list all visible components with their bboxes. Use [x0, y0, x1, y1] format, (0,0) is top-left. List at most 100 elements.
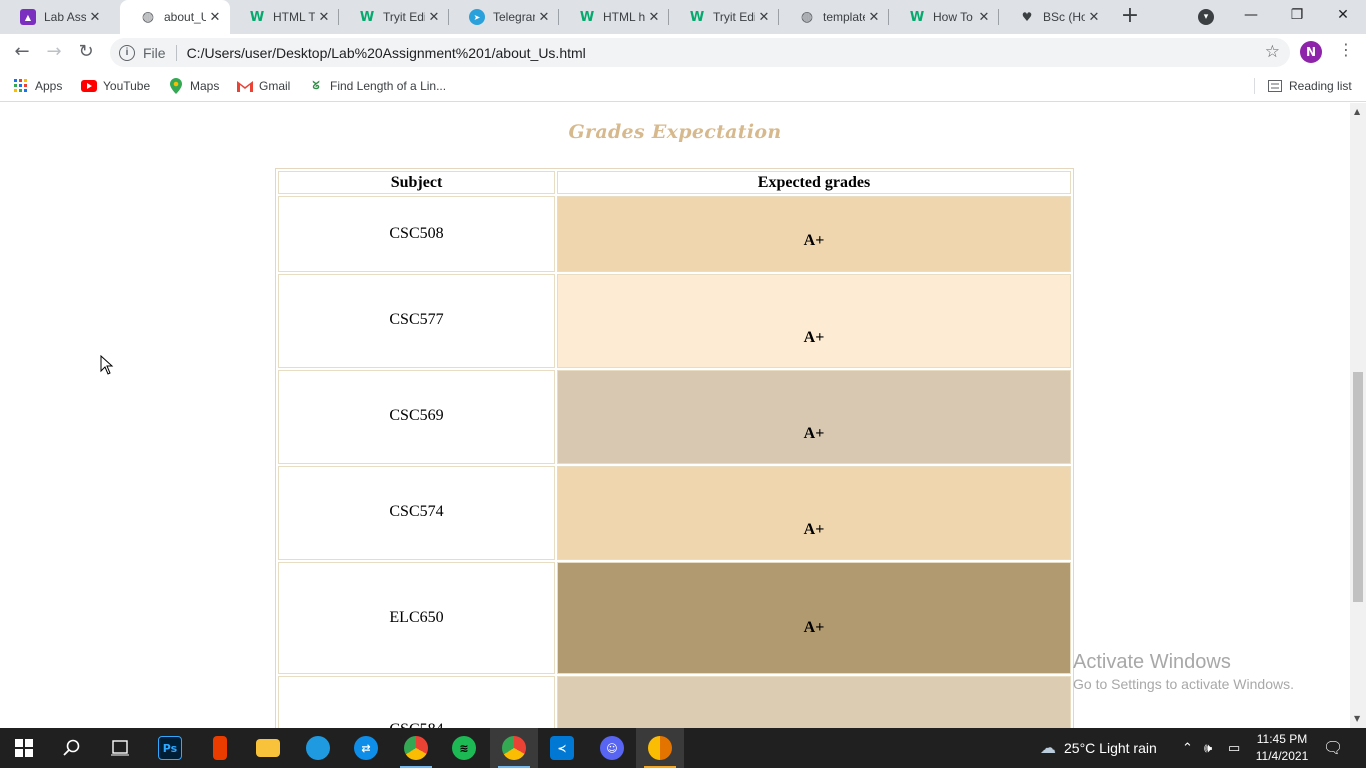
new-tab-button[interactable]: + — [1118, 5, 1142, 29]
subject-cell: CSC508 — [278, 196, 555, 272]
task-view-icon — [111, 740, 129, 756]
taskbar-vscode[interactable]: ≺ — [538, 728, 586, 768]
forward-icon[interactable]: → — [42, 40, 66, 64]
photoshop-icon: Ps — [158, 736, 182, 760]
browser-tab[interactable]: ◍ template ✕ — [779, 0, 889, 34]
table-row: CSC569 A+ — [278, 370, 1071, 464]
bookmark-label: Gmail — [259, 79, 291, 93]
close-tab-icon[interactable]: ✕ — [975, 10, 993, 25]
taskbar-edge[interactable] — [294, 728, 342, 768]
close-tab-icon[interactable]: ✕ — [206, 10, 224, 25]
task-view-button[interactable] — [96, 728, 144, 768]
tab-title: Tryit Edi — [713, 10, 755, 24]
menu-kebab-icon[interactable]: ⋮ — [1338, 40, 1354, 59]
reload-icon[interactable]: ↻ — [74, 40, 98, 64]
weather-widget[interactable]: ☁ 25°C Light rain — [1040, 728, 1157, 768]
back-icon[interactable]: ← — [10, 40, 34, 64]
network-icon[interactable]: ▭ — [1228, 728, 1240, 768]
mouse-cursor-icon — [100, 355, 114, 375]
browser-tab[interactable]: W HTML Ta✕ — [229, 0, 339, 34]
reading-list-icon — [1267, 78, 1283, 94]
activate-windows-watermark: Activate Windows Go to Settings to activ… — [1073, 651, 1294, 692]
divider — [175, 44, 177, 61]
tab-search-icon[interactable]: ▾ — [1198, 9, 1214, 25]
bookmark-apps[interactable]: Apps — [13, 77, 62, 95]
profile-avatar[interactable]: N — [1300, 41, 1322, 63]
search-icon — [63, 739, 80, 756]
browser-tab[interactable]: W Tryit Edi ✕ — [669, 0, 779, 34]
close-tab-icon[interactable]: ✕ — [755, 10, 773, 25]
taskbar-photoshop[interactable]: Ps — [146, 728, 194, 768]
bookmark-star-icon[interactable]: ☆ — [1265, 42, 1280, 62]
browser-tab[interactable]: W How To ✕ — [889, 0, 999, 34]
taskbar-chrome[interactable] — [392, 728, 440, 768]
minimize-button[interactable]: — — [1228, 0, 1274, 30]
browser-tab[interactable]: ♥ BSc (Ho ✕ — [999, 0, 1109, 34]
browser-tab[interactable]: ➤ Telegran ✕ — [449, 0, 559, 34]
start-button[interactable] — [0, 728, 48, 768]
bookmark-find-length[interactable]: ᘜ Find Length of a Lin... — [308, 77, 446, 95]
page-viewport: Grades Expectation Subject Expected grad… — [0, 103, 1350, 728]
url-text[interactable]: C:/Users/user/Desktop/Lab%20Assignment%2… — [187, 45, 586, 61]
taskbar-chrome-profile[interactable] — [490, 728, 538, 768]
bookmark-gmail[interactable]: Gmail — [237, 77, 290, 95]
tab-title: template — [823, 10, 865, 24]
w3schools-icon: W — [909, 9, 925, 25]
subject-cell: ELC650 — [278, 562, 555, 674]
site-info-icon[interactable]: i — [119, 44, 135, 61]
close-window-button[interactable]: ✕ — [1320, 0, 1366, 30]
globe-icon: ◍ — [141, 9, 155, 25]
search-button[interactable] — [48, 728, 96, 768]
scrollbar-thumb[interactable] — [1353, 372, 1363, 602]
browser-tab[interactable]: W Tryit Edi ✕ — [339, 0, 449, 34]
scroll-up-icon[interactable]: ▲ — [1354, 107, 1360, 116]
bookmark-youtube[interactable]: YouTube — [81, 77, 150, 95]
chrome-icon — [404, 736, 428, 760]
reading-list-button[interactable]: Reading list — [1267, 77, 1352, 95]
restore-button[interactable]: ❐ — [1274, 0, 1320, 30]
volume-icon[interactable]: 🕪 — [1204, 728, 1212, 768]
tab-title: about_U — [164, 10, 206, 24]
subject-cell: CSC574 — [278, 466, 555, 560]
divider — [1254, 78, 1255, 94]
header-expected-grades: Expected grades — [557, 171, 1071, 194]
grade-cell: A+ — [557, 466, 1071, 560]
close-tab-icon[interactable]: ✕ — [315, 10, 333, 25]
close-tab-icon[interactable]: ✕ — [865, 10, 883, 25]
apps-grid-icon — [13, 78, 29, 94]
tab-title: Lab Assi — [44, 10, 86, 24]
address-bar[interactable]: i File C:/Users/user/Desktop/Lab%20Assig… — [110, 38, 1290, 67]
taskbar-file-explorer[interactable] — [244, 728, 292, 768]
discord-icon: ☺ — [600, 736, 624, 760]
close-tab-icon[interactable]: ✕ — [535, 10, 553, 25]
office-icon — [213, 736, 227, 760]
close-tab-icon[interactable]: ✕ — [645, 10, 663, 25]
table-row: CSC508 A+ — [278, 196, 1071, 272]
close-tab-icon[interactable]: ✕ — [425, 10, 443, 25]
grade-value: A+ — [803, 521, 825, 538]
reading-list-label: Reading list — [1289, 79, 1352, 93]
rain-cloud-icon: ☁ — [1040, 740, 1056, 757]
scheme-label: File — [143, 44, 166, 61]
browser-tab[interactable]: ▲ Lab Assi ✕ — [0, 0, 110, 34]
scroll-down-icon[interactable]: ▼ — [1354, 714, 1360, 723]
edge-icon — [306, 736, 330, 760]
taskbar-teamviewer[interactable]: ⇄ — [342, 728, 390, 768]
watermark-subtitle: Go to Settings to activate Windows. — [1073, 676, 1294, 692]
notification-icon[interactable]: 🗨 — [1323, 728, 1343, 768]
system-clock[interactable]: 11:45 PM 11/4/2021 — [1254, 731, 1310, 765]
browser-tab[interactable]: W HTML hr ✕ — [559, 0, 669, 34]
close-tab-icon[interactable]: ✕ — [1085, 10, 1103, 25]
vscode-icon: ≺ — [550, 736, 574, 760]
taskbar-office[interactable] — [196, 728, 244, 768]
taskbar-chrome-canary[interactable] — [636, 728, 684, 768]
taskbar-discord[interactable]: ☺ — [588, 728, 636, 768]
table-row: CSC577 A+ — [278, 274, 1071, 368]
close-tab-icon[interactable]: ✕ — [86, 10, 104, 25]
bookmark-maps[interactable]: Maps — [168, 77, 219, 95]
browser-tab[interactable]: ◍ about_U ✕ — [120, 0, 230, 34]
page-scrollbar[interactable]: ▲ ▼ — [1350, 103, 1366, 728]
taskbar-spotify[interactable]: ≋ — [440, 728, 488, 768]
tray-chevron-icon[interactable]: ⌃ — [1182, 728, 1193, 768]
table-row: ELC650 A+ — [278, 562, 1071, 674]
